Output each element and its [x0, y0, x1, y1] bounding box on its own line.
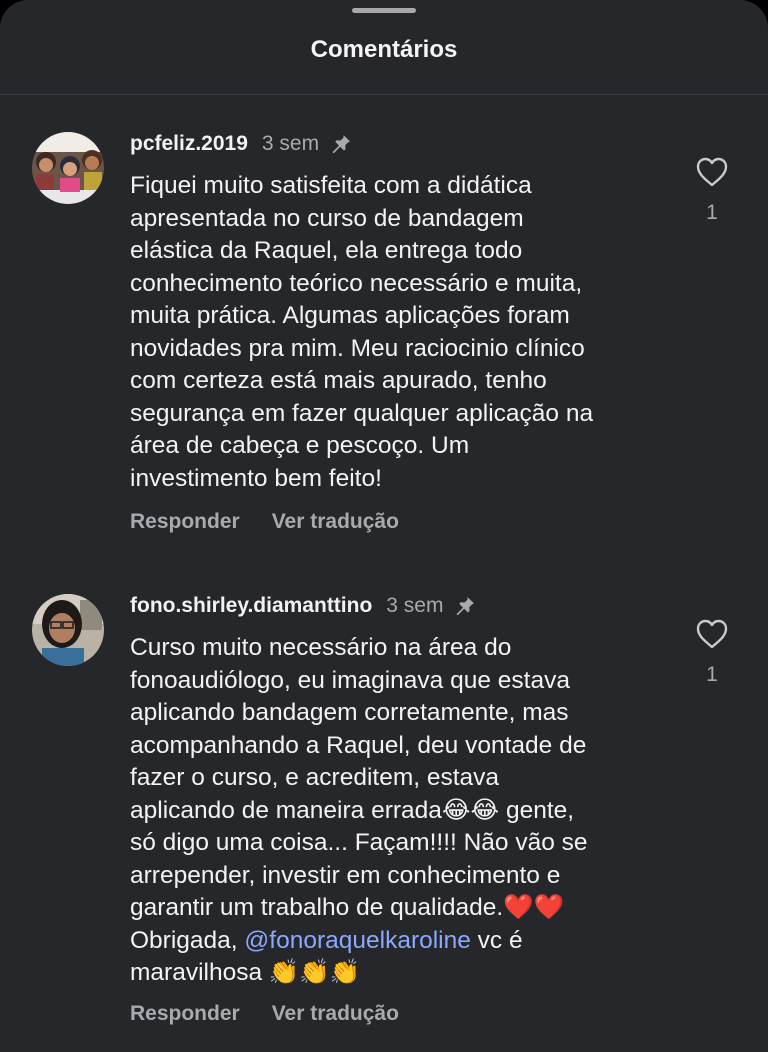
heart-icon[interactable] [695, 157, 729, 192]
comment-text: Curso muito necessário na área do fonoau… [130, 632, 670, 990]
comment-text: Fiquei muito satisfeita com a didática a… [130, 170, 670, 495]
heart-icon[interactable] [695, 619, 729, 654]
comment-actions: Responder Ver tradução [130, 1002, 399, 1026]
comment-line: investimento bem feito! [130, 464, 382, 492]
comment-header: pcfeliz.2019 3 sem [130, 128, 353, 160]
pin-icon [453, 594, 477, 618]
reply-button[interactable]: Responder [130, 1002, 240, 1026]
comment-line: acompanhando a Raquel, deu vontade de [130, 731, 587, 759]
comment-line: novidades pra mim. Meu raciocinio clínic… [130, 334, 585, 362]
comment-item: fono.shirley.diamanttino 3 sem Curso mui… [0, 590, 768, 1040]
like-control: 1 [690, 156, 734, 225]
comment-line: Curso muito necessário na área do [130, 634, 512, 661]
comment-line: fonoaudiólogo, eu imaginava que estava [130, 666, 570, 694]
sheet-title: Comentários [310, 36, 458, 63]
comment-line: conhecimento teórico necessário e muita, [130, 269, 583, 297]
avatar[interactable] [32, 132, 104, 204]
like-count: 1 [706, 201, 718, 224]
comment-line: muita prática. Algumas aplicações foram [130, 302, 570, 329]
comment-item: pcfeliz.2019 3 sem Fiquei muito satisfei… [0, 128, 768, 548]
comment-header: fono.shirley.diamanttino 3 sem [130, 590, 477, 622]
reply-button[interactable]: Responder [130, 510, 240, 534]
pin-icon [329, 132, 353, 156]
comment-line: área de cabeça e pescoço. Um [130, 432, 470, 459]
comment-line: elástica da Raquel, ela entrega todo [130, 237, 523, 264]
header-divider [0, 94, 768, 95]
comment-line: garantir um trabalho de qualidade.❤️❤️ [130, 894, 565, 921]
comment-line: só digo uma coisa... Façam!!!! Não vão s… [130, 829, 588, 856]
username[interactable]: pcfeliz.2019 [130, 132, 248, 156]
drag-handle[interactable] [352, 8, 416, 13]
comment-line: Obrigada, @fonoraquelkaroline vc é [130, 925, 670, 958]
comment-text-fragment: vc é [470, 926, 523, 954]
translate-button[interactable]: Ver tradução [272, 1002, 399, 1026]
mention-link[interactable]: @fonoraquelkaroline [244, 927, 470, 954]
comments-sheet: Comentários pcfeliz.2019 3 sem Fiquei mu… [0, 0, 768, 1052]
timestamp: 3 sem [386, 594, 444, 617]
comment-line: segurança em fazer qualquer aplicação na [130, 399, 594, 427]
like-count: 1 [706, 663, 718, 686]
comment-line: aplicando de maneira errada😂😂 gente, [130, 796, 575, 824]
comment-line: aplicando bandagem corretamente, mas [130, 699, 569, 726]
translate-button[interactable]: Ver tradução [272, 510, 399, 534]
comment-line: fazer o curso, e acreditem, estava [130, 764, 500, 791]
timestamp: 3 sem [261, 132, 320, 155]
avatar[interactable] [32, 594, 104, 666]
comment-line: arrepender, investir em conhecimento e [130, 861, 561, 889]
comment-line: maravilhosa 👏👏👏 [130, 959, 361, 986]
like-control: 1 [690, 618, 734, 687]
comment-line: Fiquei muito satisfeita com a didática [130, 172, 532, 199]
username[interactable]: fono.shirley.diamanttino [130, 594, 372, 618]
comment-line: apresentada no curso de bandagem [130, 204, 524, 232]
comment-actions: Responder Ver tradução [130, 510, 399, 534]
comment-text-fragment: Obrigada, [130, 926, 245, 954]
comment-line: com certeza está mais apurado, tenho [130, 367, 547, 394]
